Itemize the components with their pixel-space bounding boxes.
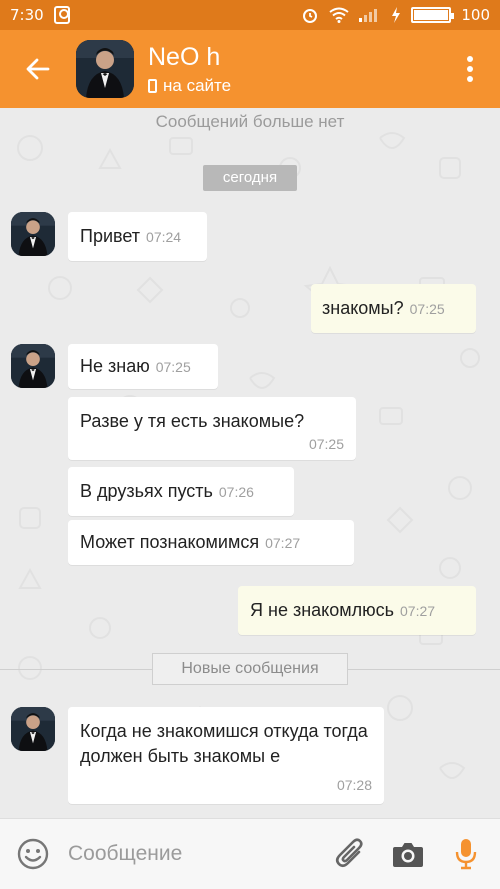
more-vert-icon (467, 56, 473, 62)
message-time: 07:27 (265, 535, 301, 551)
online-status-label: на сайте (163, 75, 232, 95)
sender-avatar[interactable] (11, 344, 55, 388)
message-bubble-outgoing[interactable]: знакомы? 07:25 (311, 284, 476, 333)
chat-area[interactable]: Сообщений больше нет сегодня Привет 07:24… (0, 108, 500, 818)
more-menu-button[interactable] (440, 56, 500, 82)
message-bubble-incoming[interactable]: Может познакомимся 07:27 (68, 520, 354, 565)
emoji-icon[interactable] (16, 837, 50, 871)
message-text: Я не знакомлюсь (250, 600, 394, 620)
mobile-phone-icon (148, 78, 157, 93)
message-text: В друзьях пусть (80, 481, 213, 501)
message-bubble-incoming[interactable]: Когда не знакомишся откуда тогда должен … (68, 707, 384, 804)
new-messages-separator: Новые сообщения (152, 653, 348, 685)
chat-header: NeO h на сайте (0, 30, 500, 108)
message-time: 07:27 (400, 603, 436, 619)
message-time: 07:25 (308, 436, 344, 452)
attach-button[interactable] (332, 836, 368, 872)
message-time: 07:25 (409, 301, 445, 317)
message-bubble-incoming[interactable]: Привет 07:24 (68, 212, 207, 261)
message-text: знакомы? (322, 298, 404, 318)
wifi-icon (329, 7, 349, 23)
mic-icon (455, 839, 477, 870)
signal-icon (359, 9, 378, 22)
message-input[interactable]: Сообщение (68, 842, 332, 866)
message-text: Может познакомимся (80, 532, 260, 552)
arrow-left-icon (26, 58, 50, 80)
charging-icon (392, 7, 401, 23)
battery-percent: 100 (461, 6, 490, 24)
message-text: Привет (80, 226, 141, 246)
message-text: Когда не знакомишся откуда тогда должен … (80, 721, 368, 766)
divider-line (348, 669, 500, 670)
date-separator: сегодня (203, 165, 297, 191)
message-bubble-outgoing[interactable]: Я не знакомлюсь 07:27 (238, 586, 476, 635)
no-more-messages-label: Сообщений больше нет (155, 112, 345, 131)
message-time: 07:24 (146, 229, 182, 245)
message-time: 07:25 (155, 359, 191, 375)
attach-icon (335, 838, 363, 868)
message-text: Разве у тя есть знакомые? (80, 411, 305, 431)
sender-avatar[interactable] (11, 707, 55, 751)
ok-notification-icon (53, 6, 70, 24)
online-status: на сайте (148, 76, 231, 96)
message-bubble-incoming[interactable]: В друзьях пусть 07:26 (68, 467, 294, 516)
message-time: 07:28 (336, 777, 372, 793)
message-text: Не знаю (80, 356, 150, 376)
sender-avatar[interactable] (11, 212, 55, 256)
voice-message-button[interactable] (448, 836, 484, 872)
message-composer: Сообщение (0, 818, 500, 889)
battery-icon (411, 7, 455, 23)
status-bar: 7:30 100 (0, 0, 500, 30)
message-bubble-incoming[interactable]: Разве у тя есть знакомые? 07:25 (68, 397, 356, 460)
message-bubble-incoming[interactable]: Не знаю 07:25 (68, 344, 218, 389)
message-time: 07:26 (218, 484, 254, 500)
contact-avatar[interactable] (76, 40, 134, 98)
camera-icon (393, 843, 423, 867)
divider-line (0, 669, 152, 670)
back-button[interactable] (0, 56, 76, 82)
status-time: 7:30 (10, 6, 44, 24)
alarm-icon (303, 9, 318, 23)
contact-name[interactable]: NeO h (148, 43, 231, 72)
camera-button[interactable] (390, 836, 426, 872)
